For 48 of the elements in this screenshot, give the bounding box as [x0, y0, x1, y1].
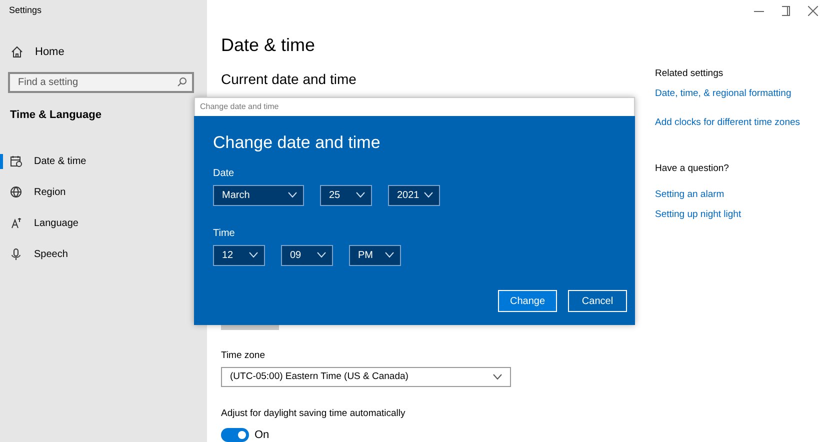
restore-icon — [782, 6, 790, 16]
home-icon — [11, 46, 23, 58]
field-label: Adjust for daylight saving time automatically — [221, 406, 406, 421]
dropdown[interactable]: PM — [349, 244, 401, 266]
nav-item[interactable]: Speech — [0, 238, 207, 270]
home-link[interactable]: Home — [11, 44, 207, 60]
chevron-icon — [424, 192, 433, 198]
dropdown[interactable]: 2021 — [388, 184, 440, 206]
dropdown[interactable]: March — [213, 184, 304, 206]
field-label: Time — [213, 226, 236, 240]
microphone-icon — [10, 248, 22, 260]
section-heading: Related settings — [655, 67, 724, 81]
nav-item[interactable]: Date & time — [0, 146, 207, 176]
toggle-state: On — [254, 428, 270, 442]
nav-item[interactable]: Region — [0, 176, 207, 208]
search-field[interactable]: Find a setting — [8, 72, 194, 93]
dropdown[interactable]: 12 — [213, 244, 265, 266]
nav-item[interactable]: Language — [0, 208, 207, 238]
related-link[interactable]: Date, time, & regional formatting — [655, 87, 800, 102]
language-icon — [10, 217, 22, 229]
section-heading: Current date and time — [221, 70, 358, 89]
page-title: Date & time — [221, 35, 316, 57]
chevron-icon — [249, 252, 258, 258]
section-heading: Have a question? — [655, 162, 730, 176]
dialog-heading: Change date and time — [213, 132, 382, 154]
dialog-title: Change date and time — [194, 97, 635, 116]
help-link[interactable]: Setting up night light — [655, 208, 800, 222]
search-icon — [177, 77, 187, 87]
calendar-icon — [10, 155, 22, 167]
dropdown[interactable]: 25 — [320, 184, 372, 206]
related-link[interactable]: Add clocks for different time zones — [655, 116, 800, 130]
dropdown[interactable]: 09 — [281, 244, 333, 266]
field-label: Time zone — [221, 348, 266, 363]
help-link[interactable]: Setting an alarm — [655, 188, 800, 202]
chevron-icon — [385, 252, 394, 258]
close-icon — [808, 6, 818, 16]
globe-icon — [10, 186, 22, 198]
time-zone-dropdown[interactable]: (UTC-05:00) Eastern Time (US & Canada) — [221, 366, 511, 387]
dialog-button[interactable]: Change — [498, 290, 557, 312]
chevron-icon — [356, 192, 365, 198]
chevron-icon — [317, 252, 326, 258]
dialog-button[interactable]: Cancel — [568, 290, 627, 312]
field-label: Date — [213, 166, 236, 180]
chevron-icon — [493, 374, 502, 380]
chevron-icon — [288, 192, 297, 198]
minimize-icon — [754, 10, 764, 12]
window-title: Settings — [8, 4, 43, 17]
toggle-switch[interactable] — [221, 428, 249, 442]
